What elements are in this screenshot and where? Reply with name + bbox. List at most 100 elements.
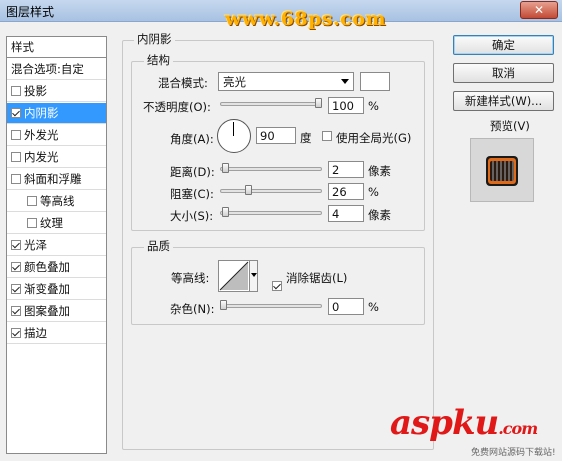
style-item-label: 图案叠加 (24, 304, 70, 318)
style-item[interactable]: 等高线 (7, 191, 106, 212)
angle-unit: 度 (300, 131, 312, 145)
noise-unit: % (368, 300, 379, 314)
distance-input[interactable]: 2 (328, 161, 364, 178)
style-item[interactable]: 渐变叠加 (7, 279, 106, 300)
new-style-button[interactable]: 新建样式(W)... (453, 91, 554, 111)
style-item-checkbox[interactable] (27, 218, 37, 228)
distance-slider-thumb[interactable] (221, 163, 229, 173)
style-item-label: 渐变叠加 (24, 282, 70, 296)
style-item-checkbox[interactable] (11, 240, 21, 250)
style-item-checkbox[interactable] (11, 130, 21, 140)
global-light-checkbox[interactable] (322, 131, 332, 141)
inner-shadow-title: 内阴影 (134, 31, 175, 47)
opacity-slider-thumb[interactable] (315, 98, 322, 108)
distance-slider[interactable] (220, 167, 322, 171)
style-item[interactable]: 内发光 (7, 147, 106, 168)
distance-label: 距离(D): (170, 165, 215, 179)
size-label: 大小(S): (170, 209, 214, 223)
blend-mode-label: 混合模式: (158, 76, 208, 90)
noise-label: 杂色(N): (170, 302, 215, 316)
style-item-label: 描边 (24, 326, 47, 340)
style-item-label: 纹理 (40, 216, 63, 230)
style-item-checkbox[interactable] (11, 262, 21, 272)
style-item-checkbox[interactable] (11, 174, 21, 184)
style-item-checkbox[interactable] (11, 284, 21, 294)
blend-mode-value: 亮光 (223, 74, 246, 89)
close-button[interactable]: ✕ (520, 1, 558, 19)
contour-dropdown[interactable] (249, 261, 257, 291)
style-item[interactable]: 内阴影 (7, 103, 106, 124)
styles-header-label: 样式 (11, 40, 34, 54)
style-item[interactable]: 颜色叠加 (7, 257, 106, 278)
angle-label: 角度(A): (170, 132, 214, 146)
distance-value: 2 (332, 162, 340, 177)
size-unit: 像素 (368, 208, 391, 222)
chevron-down-icon (251, 273, 257, 277)
watermark-bottom-text: aspku (390, 403, 499, 443)
contour-picker[interactable] (218, 260, 258, 292)
noise-slider-thumb[interactable] (220, 300, 227, 310)
opacity-input[interactable]: 100 (328, 97, 364, 114)
size-value: 4 (332, 206, 340, 221)
angle-input[interactable]: 90 (256, 127, 296, 144)
style-item-label: 内发光 (24, 150, 59, 164)
noise-slider[interactable] (220, 304, 322, 308)
style-item[interactable]: 光泽 (7, 235, 106, 256)
size-input[interactable]: 4 (328, 205, 364, 222)
contour-label: 等高线: (171, 271, 210, 285)
style-item[interactable]: 描边 (7, 323, 106, 344)
structure-title: 结构 (144, 52, 173, 68)
blend-options-item[interactable]: 混合选项:自定 (7, 59, 106, 80)
style-item-label: 颜色叠加 (24, 260, 70, 274)
global-light-label[interactable]: 使用全局光(G) (336, 130, 411, 146)
preview-label[interactable]: 预览(V) (490, 118, 530, 134)
size-slider[interactable] (220, 211, 322, 215)
style-item[interactable]: 图案叠加 (7, 301, 106, 322)
style-item[interactable]: 投影 (7, 81, 106, 102)
style-item-checkbox[interactable] (11, 86, 21, 96)
anti-alias-label[interactable]: 消除锯齿(L) (286, 270, 347, 286)
watermark-top: www.68ps.com (225, 8, 387, 30)
style-item-checkbox[interactable] (27, 196, 37, 206)
blend-color-swatch[interactable] (360, 72, 390, 91)
opacity-label: 不透明度(O): (143, 100, 211, 114)
angle-dial[interactable] (217, 119, 251, 153)
choke-slider-thumb[interactable] (244, 185, 252, 195)
style-item-label: 外发光 (24, 128, 59, 142)
quality-title: 品质 (144, 238, 173, 254)
ok-button[interactable]: 确定 (453, 35, 554, 55)
size-slider-thumb[interactable] (221, 207, 229, 217)
contour-curve-icon (219, 261, 249, 291)
chevron-down-icon (341, 79, 349, 84)
noise-value: 0 (332, 299, 340, 314)
style-item-label: 斜面和浮雕 (24, 172, 82, 186)
cancel-button[interactable]: 取消 (453, 63, 554, 83)
styles-list: 样式 混合选项:自定 投影内阴影外发光内发光斜面和浮雕等高线纹理光泽颜色叠加渐变… (6, 36, 107, 454)
noise-input[interactable]: 0 (328, 298, 364, 315)
choke-label: 阻塞(C): (170, 187, 214, 201)
choke-input[interactable]: 26 (328, 183, 364, 200)
style-item-label: 投影 (24, 84, 47, 98)
watermark-bottom: aspku.com (390, 403, 538, 443)
style-preview-thumbnail (470, 138, 534, 202)
choke-slider[interactable] (220, 189, 322, 193)
opacity-slider[interactable] (220, 102, 322, 106)
blend-mode-select[interactable]: 亮光 (218, 72, 354, 91)
style-item-label: 光泽 (24, 238, 47, 252)
style-item-checkbox[interactable] (11, 328, 21, 338)
anti-alias-checkbox[interactable] (272, 281, 282, 291)
style-item-checkbox[interactable] (11, 306, 21, 316)
style-item[interactable]: 纹理 (7, 213, 106, 234)
angle-dial-hand (233, 122, 234, 136)
style-item-checkbox[interactable] (11, 152, 21, 162)
style-item-label: 等高线 (40, 194, 75, 208)
style-item-checkbox[interactable] (11, 108, 21, 118)
preview-swatch-icon (486, 156, 518, 186)
watermark-bottom-suffix: .com (498, 419, 538, 438)
window-title: 图层样式 (6, 5, 55, 19)
styles-list-header[interactable]: 样式 (7, 37, 106, 58)
style-item-label: 内阴影 (24, 106, 59, 120)
style-item[interactable]: 外发光 (7, 125, 106, 146)
opacity-unit: % (368, 99, 379, 113)
style-item[interactable]: 斜面和浮雕 (7, 169, 106, 190)
